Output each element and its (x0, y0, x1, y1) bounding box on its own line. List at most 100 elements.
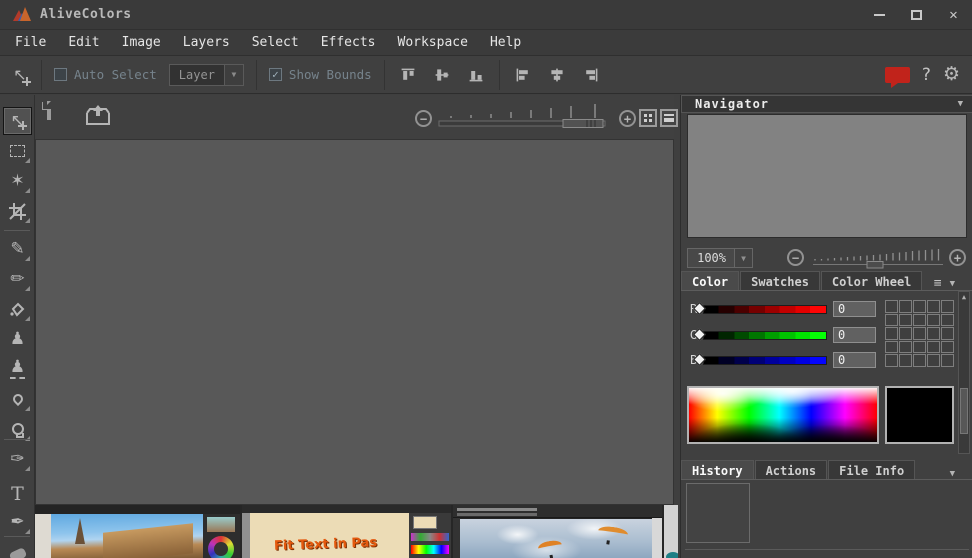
move-tool[interactable]: ↖ (3, 107, 32, 135)
swatch-cell[interactable] (927, 300, 940, 313)
swatch-cell[interactable] (927, 314, 940, 327)
navigator-zoom-out-button[interactable]: − (787, 249, 804, 266)
selection-tool[interactable] (3, 137, 32, 165)
menu-select[interactable]: Select (241, 31, 310, 54)
crop-tool[interactable] (3, 197, 32, 225)
zoom-in-button[interactable]: + (619, 110, 636, 127)
zoom-out-button[interactable]: − (415, 110, 432, 127)
navigator-zoom-select[interactable]: 100% ▼ (687, 248, 753, 268)
align-bottom-edges-button[interactable] (462, 61, 490, 89)
green-value-input[interactable] (833, 327, 876, 343)
swatch-grid[interactable] (885, 300, 954, 367)
menu-layers[interactable]: Layers (172, 31, 241, 54)
swatch-cell[interactable] (885, 341, 898, 354)
swatch-cell[interactable] (913, 300, 926, 313)
swatch-cell[interactable] (913, 341, 926, 354)
recent-file-thumbnail-partial[interactable] (664, 505, 678, 558)
tab-swatches[interactable]: Swatches (740, 271, 820, 290)
swatch-cell[interactable] (885, 314, 898, 327)
new-document-button[interactable] (47, 103, 51, 118)
zoom-slider[interactable] (437, 104, 607, 130)
swatch-cell[interactable] (927, 327, 940, 340)
artistic-brush-tool[interactable]: ✑ (3, 445, 32, 473)
chevron-down-icon[interactable]: ▼ (958, 99, 963, 109)
navigator-preview[interactable] (687, 114, 967, 238)
tab-file-info[interactable]: File Info (828, 460, 915, 479)
green-slider[interactable] (703, 331, 827, 340)
red-slider[interactable] (703, 305, 827, 314)
minimize-button[interactable] (861, 0, 898, 29)
magic-wand-tool[interactable]: ✶ (3, 167, 32, 195)
swatch-cell[interactable] (899, 314, 912, 327)
auto-select-checkbox[interactable] (54, 68, 67, 81)
swatch-cell[interactable] (899, 341, 912, 354)
align-horizontal-centers-button[interactable] (543, 61, 571, 89)
swatch-cell[interactable] (941, 300, 954, 313)
menu-image[interactable]: Image (111, 31, 172, 54)
swatch-cell[interactable] (927, 354, 940, 367)
blue-slider[interactable] (703, 356, 827, 365)
menu-effects[interactable]: Effects (310, 31, 387, 54)
blue-value-input[interactable] (833, 352, 876, 368)
menu-workspace[interactable]: Workspace (387, 31, 479, 54)
navigator-zoom-slider[interactable] (811, 247, 945, 269)
preferences-button[interactable]: ⚙ (943, 65, 960, 84)
fill-tool[interactable] (3, 295, 32, 323)
menu-edit[interactable]: Edit (57, 31, 110, 54)
swatch-cell[interactable] (899, 354, 912, 367)
swatch-cell[interactable] (913, 327, 926, 340)
scroll-up-icon[interactable]: ▲ (962, 292, 966, 302)
clone-stamp-tool[interactable]: ♟ (3, 325, 32, 353)
open-file-button[interactable] (85, 103, 111, 131)
document-canvas[interactable] (35, 139, 674, 505)
navigator-zoom-in-button[interactable]: + (949, 249, 966, 266)
text-tool[interactable]: T (3, 480, 32, 508)
tab-actions[interactable]: Actions (755, 460, 828, 479)
swatch-cell[interactable] (941, 327, 954, 340)
panel-menu-icon[interactable]: ≡ (934, 277, 942, 290)
history-snapshot-slot[interactable] (686, 483, 750, 543)
current-color-swatch[interactable] (885, 386, 954, 444)
chevron-down-icon[interactable]: ▼ (950, 469, 955, 479)
tab-color[interactable]: Color (681, 271, 739, 290)
swatch-cell[interactable] (899, 300, 912, 313)
swatch-cell[interactable] (941, 354, 954, 367)
chalk-tool[interactable]: ✏ (3, 265, 32, 293)
navigator-header[interactable]: Navigator ▼ (681, 95, 972, 113)
swatch-cell[interactable] (941, 314, 954, 327)
scrollbar-thumb[interactable] (960, 388, 968, 434)
swatch-cell[interactable] (913, 354, 926, 367)
tab-history[interactable]: History (681, 460, 754, 479)
tile-view-button[interactable] (639, 109, 657, 127)
swatch-cell[interactable] (885, 300, 898, 313)
menu-file[interactable]: File (4, 31, 57, 54)
pattern-stamp-tool[interactable]: ♟ (3, 355, 32, 383)
swatch-cell[interactable] (885, 354, 898, 367)
pen-tool[interactable]: ✒ (3, 508, 32, 536)
tab-color-wheel[interactable]: Color Wheel (821, 271, 922, 290)
align-vertical-centers-button[interactable] (428, 61, 456, 89)
show-bounds-checkbox[interactable]: ✓ (269, 68, 282, 81)
swatch-cell[interactable] (885, 327, 898, 340)
zoom-slider-handle[interactable] (563, 120, 603, 128)
red-value-input[interactable] (833, 301, 876, 317)
color-spectrum-picker[interactable] (687, 386, 879, 444)
help-button[interactable]: ? (922, 65, 931, 85)
recent-file-thumbnail-city[interactable] (35, 505, 240, 558)
layer-target-select[interactable]: Layer ▼ (169, 64, 244, 86)
align-top-edges-button[interactable] (394, 61, 422, 89)
swatch-cell[interactable] (927, 341, 940, 354)
align-left-edges-button[interactable] (509, 61, 537, 89)
recent-file-thumbnail-paragliders[interactable] (453, 505, 662, 558)
color-brush-tool[interactable]: ✎ (3, 235, 32, 263)
swatch-cell[interactable] (941, 341, 954, 354)
eraser-tool[interactable] (3, 541, 32, 558)
blur-tool[interactable] (3, 385, 32, 413)
menu-help[interactable]: Help (479, 31, 532, 54)
swatch-cell[interactable] (899, 327, 912, 340)
swatch-cell[interactable] (913, 314, 926, 327)
maximize-button[interactable] (898, 0, 935, 29)
color-panel-scrollbar[interactable]: ▲ (958, 291, 970, 454)
close-button[interactable]: ✕ (935, 0, 972, 29)
navigator-slider-handle[interactable] (867, 262, 883, 269)
